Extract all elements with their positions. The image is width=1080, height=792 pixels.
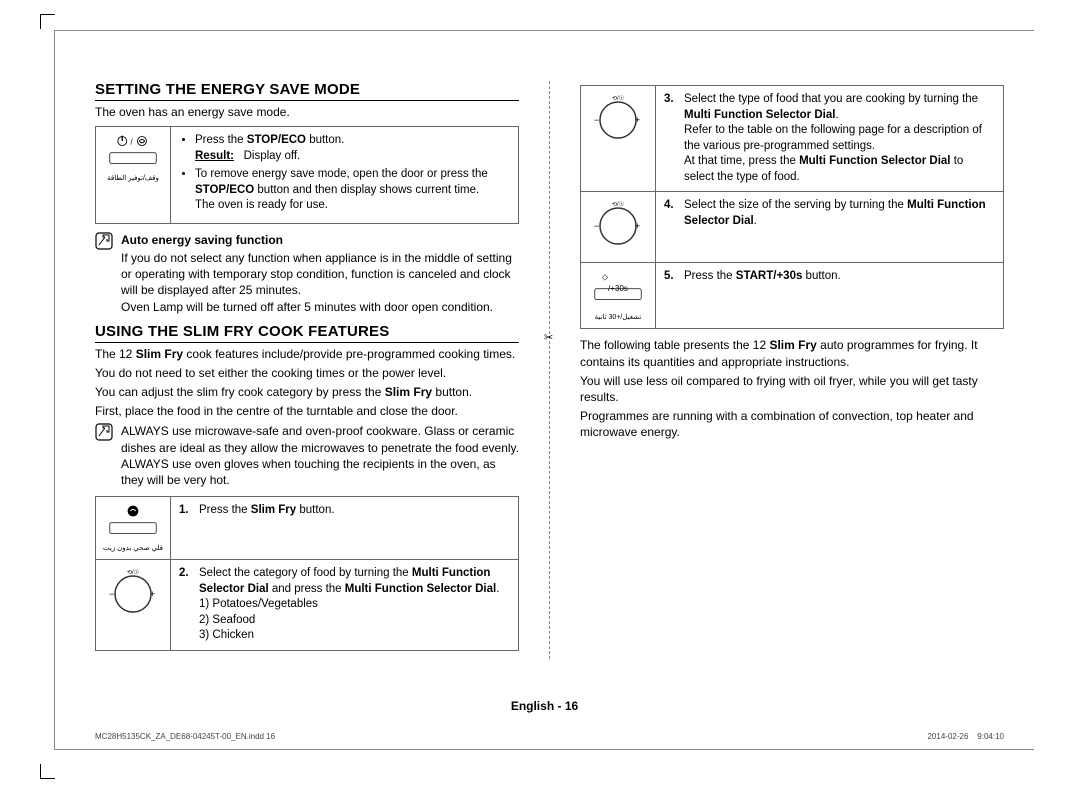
svg-text:/: /: [130, 138, 133, 147]
dial-icon-cell-3: ⟲/☉ − +: [581, 192, 656, 263]
crop-mark-top-left: [40, 14, 55, 29]
page-frame: SETTING THE ENERGY SAVE MODE The oven ha…: [54, 30, 1034, 750]
note-body-2: Oven Lamp will be turned off after 5 min…: [121, 300, 493, 314]
svg-text:◇: ◇: [602, 272, 609, 281]
note-title: Auto energy saving function: [121, 232, 519, 248]
slim-steps-table-left: قلي صحي بدون زيت 1. Press the Slim Fry b…: [95, 496, 519, 651]
eco-icon-cell: / وقف/توفير الطاقة: [96, 127, 171, 224]
step-1: 1. Press the Slim Fry button.: [171, 497, 519, 560]
svg-text:−: −: [109, 589, 114, 599]
heading-slim-fry: USING THE SLIM FRY COOK FEATURES: [95, 323, 519, 343]
start-button-icon-cell: ◇ /+30s تشغيل/+30 ثانية: [581, 262, 656, 329]
scissor-icon: ✂: [544, 331, 553, 344]
crop-mark-bottom-left: [40, 764, 55, 779]
svg-text:−: −: [594, 221, 599, 231]
slimfry-button-icon-cell: قلي صحي بدون زيت: [96, 497, 171, 560]
right-p3: Programmes are running with a combinatio…: [580, 408, 1004, 440]
right-p1: The following table presents the 12 Slim…: [580, 337, 1004, 369]
imprint-right: 2014-02-26 9:04:10: [927, 732, 1004, 741]
imprint-left: MC28H5135CK_ZA_DE68-04245T-00_EN.indd 16: [95, 732, 275, 741]
dial-icon-cell-2: ⟲/☉ − +: [581, 86, 656, 192]
slim-p1: The 12 Slim Fry cook features include/pr…: [95, 346, 519, 362]
eco-bullet-2: To remove energy save mode, open the doo…: [195, 167, 510, 214]
energy-intro: The oven has an energy save mode.: [95, 104, 519, 120]
page-footer: English - 16: [55, 699, 1034, 713]
note-icon: [95, 232, 113, 250]
step-2: 2. Select the category of food by turnin…: [171, 560, 519, 651]
svg-text:+: +: [635, 115, 640, 125]
right-p2: You will use less oil compared to frying…: [580, 373, 1004, 405]
svg-text:⟲/☉: ⟲/☉: [612, 201, 624, 208]
imprint: MC28H5135CK_ZA_DE68-04245T-00_EN.indd 16…: [95, 732, 1004, 741]
eco-arabic-label: وقف/توفير الطاقة: [100, 174, 166, 183]
cookware-warning: ALWAYS use microwave-safe and oven-proof…: [95, 423, 519, 488]
right-column: ⟲/☉ − + 3. Select the type of food that y…: [580, 81, 1004, 659]
step-3: 3. Select the type of food that you are …: [656, 86, 1004, 192]
selector-dial-icon: ⟲/☉ − +: [592, 92, 644, 144]
slim-p2: You do not need to set either the cookin…: [95, 365, 519, 381]
svg-text:−: −: [594, 115, 599, 125]
slim-p4: First, place the food in the centre of t…: [95, 403, 519, 419]
step-4: 4. Select the size of the serving by tur…: [656, 192, 1004, 263]
auto-save-note: Auto energy saving function If you do no…: [95, 232, 519, 315]
svg-text:+: +: [150, 589, 155, 599]
slimfry-button-icon: [103, 503, 163, 537]
column-divider: ✂: [549, 81, 550, 659]
step-5: 5. Press the START/+30s button.: [656, 262, 1004, 329]
left-column: SETTING THE ENERGY SAVE MODE The oven ha…: [95, 81, 519, 659]
slim-steps-table-right: ⟲/☉ − + 3. Select the type of food that y…: [580, 85, 1004, 329]
stop-eco-icon: /: [103, 133, 163, 167]
svg-text:+: +: [635, 221, 640, 231]
slimfry-arabic-label: قلي صحي بدون زيت: [100, 544, 166, 553]
svg-text:⟲/☉: ⟲/☉: [127, 569, 139, 576]
selector-dial-icon: ⟲/☉ − +: [107, 566, 159, 618]
note-body-1: If you do not select any function when a…: [121, 251, 512, 297]
note-icon: [95, 423, 113, 441]
eco-instructions: Press the STOP/ECO button. Result: Displ…: [171, 127, 519, 224]
slim-p3: You can adjust the slim fry cook categor…: [95, 384, 519, 400]
svg-text:⟲/☉: ⟲/☉: [612, 95, 624, 102]
dial-icon-cell-1: ⟲/☉ − +: [96, 560, 171, 651]
eco-table: / وقف/توفير الطاقة Press the STOP/ECO bu…: [95, 126, 519, 224]
selector-dial-icon: ⟲/☉ − +: [592, 198, 644, 250]
eco-bullet-1: Press the STOP/ECO button. Result: Displ…: [195, 133, 510, 164]
heading-energy-save: SETTING THE ENERGY SAVE MODE: [95, 81, 519, 101]
warn-body: ALWAYS use microwave-safe and oven-proof…: [121, 423, 519, 488]
start-arabic-label: تشغيل/+30 ثانية: [585, 313, 651, 322]
